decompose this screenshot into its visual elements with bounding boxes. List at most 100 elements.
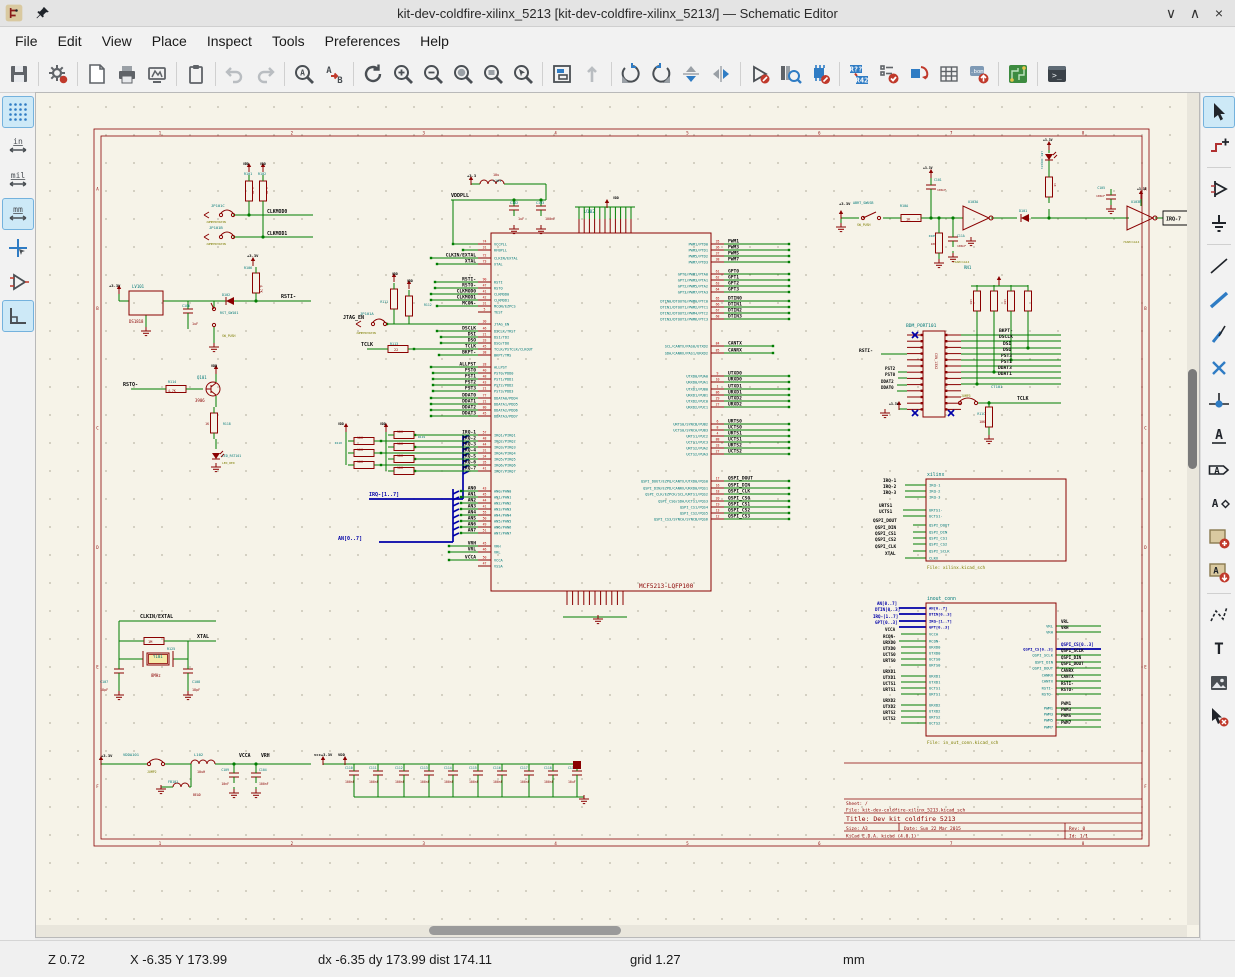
maximize-button[interactable]: ∧ bbox=[1183, 0, 1207, 26]
svg-text:10nF: 10nF bbox=[221, 782, 229, 786]
status-zoom: Z 0.72 bbox=[48, 952, 85, 967]
svg-text:Rev: 0: Rev: 0 bbox=[1069, 826, 1086, 832]
svg-text:JUMPER3SPIN: JUMPER3SPIN bbox=[206, 220, 226, 224]
svg-text:UCTS2/PUA3: UCTS2/PUA3 bbox=[686, 453, 708, 457]
undo-button[interactable] bbox=[220, 59, 250, 89]
svg-text:DTIN[0..3]: DTIN[0..3] bbox=[875, 607, 900, 612]
vertical-scrollbar[interactable] bbox=[1187, 93, 1199, 925]
bus-button[interactable] bbox=[1203, 284, 1235, 316]
zoom-out-button[interactable] bbox=[418, 59, 448, 89]
menu-preferences[interactable]: Preferences bbox=[316, 30, 409, 52]
bom-button[interactable]: .bom bbox=[964, 59, 994, 89]
wire-button[interactable] bbox=[1203, 250, 1235, 282]
place-symbol-button[interactable] bbox=[1203, 173, 1235, 205]
rotate-ccw-button[interactable] bbox=[616, 59, 646, 89]
unit-in-button[interactable]: in bbox=[2, 130, 34, 162]
menu-inspect[interactable]: Inspect bbox=[198, 30, 261, 52]
svg-text:C105: C105 bbox=[1097, 186, 1105, 190]
cursor-shape-button[interactable] bbox=[2, 232, 34, 264]
annotate-button[interactable]: R??R42 bbox=[844, 59, 874, 89]
junction-button[interactable] bbox=[1203, 386, 1235, 418]
svg-text:URTS1: URTS1 bbox=[883, 687, 896, 692]
svg-text:21: 21 bbox=[483, 386, 487, 390]
net-label-button[interactable]: A bbox=[1203, 420, 1235, 452]
page-setup-button[interactable] bbox=[82, 59, 112, 89]
svg-text:C102: C102 bbox=[510, 201, 518, 205]
unit-mil-button[interactable]: mil bbox=[2, 164, 34, 196]
ortho-drawing-button[interactable] bbox=[2, 300, 34, 332]
svg-text:R??: R?? bbox=[850, 65, 863, 73]
update-symbols-button[interactable] bbox=[904, 59, 934, 89]
place-power-button[interactable] bbox=[1203, 207, 1235, 239]
schematic-drawing[interactable]: 1122334455667788AABBCCDDEEFFSheet: /File… bbox=[36, 93, 1199, 937]
zoom-page-button[interactable] bbox=[448, 59, 478, 89]
pcb-editor-button[interactable] bbox=[1003, 59, 1033, 89]
fields-table-button[interactable] bbox=[934, 59, 964, 89]
vertical-scroll-thumb[interactable] bbox=[1188, 369, 1197, 469]
close-button[interactable]: × bbox=[1207, 0, 1231, 26]
settings-button[interactable] bbox=[43, 59, 73, 89]
svg-text:42: 42 bbox=[483, 295, 487, 299]
menu-tools[interactable]: Tools bbox=[263, 30, 314, 52]
rotate-cw-button[interactable] bbox=[646, 59, 676, 89]
zoom-objects-button[interactable] bbox=[478, 59, 508, 89]
image-button[interactable] bbox=[1203, 667, 1235, 699]
browse-symbols-button[interactable] bbox=[775, 59, 805, 89]
menu-edit[interactable]: Edit bbox=[49, 30, 91, 52]
text-button[interactable]: T bbox=[1203, 633, 1235, 665]
menu-help[interactable]: Help bbox=[411, 30, 458, 52]
svg-text:41: 41 bbox=[483, 504, 487, 508]
edit-symbol-button[interactable] bbox=[745, 59, 775, 89]
hier-label-button[interactable]: A bbox=[1203, 488, 1235, 520]
svg-text:QSPI_DOUT: QSPI_DOUT bbox=[929, 523, 950, 528]
find-replace-button[interactable]: AB bbox=[319, 59, 349, 89]
unit-mm-button[interactable]: mm bbox=[2, 198, 34, 230]
svg-text:PST0: PST0 bbox=[885, 372, 896, 377]
plot-button[interactable] bbox=[142, 59, 172, 89]
draw-lines-button[interactable] bbox=[1203, 599, 1235, 631]
zoom-page-icon bbox=[451, 62, 475, 86]
menu-place[interactable]: Place bbox=[143, 30, 196, 52]
zoom-selection-button[interactable] bbox=[508, 59, 538, 89]
save-button[interactable] bbox=[4, 59, 34, 89]
grid-button[interactable] bbox=[2, 96, 34, 128]
svg-text:46: 46 bbox=[483, 547, 487, 551]
svg-text:+3.3V: +3.3V bbox=[1043, 138, 1053, 142]
highlight-net-button[interactable] bbox=[1203, 130, 1235, 162]
hidden-pins-button[interactable] bbox=[2, 266, 34, 298]
refresh-button[interactable] bbox=[358, 59, 388, 89]
console-button[interactable]: >_ bbox=[1042, 59, 1072, 89]
svg-text:74: 74 bbox=[483, 239, 487, 243]
svg-text:CLKMOD1: CLKMOD1 bbox=[267, 231, 287, 237]
hier-sheet-button[interactable] bbox=[1203, 522, 1235, 554]
edit-footprint-button[interactable] bbox=[805, 59, 835, 89]
bus-entry-button[interactable] bbox=[1203, 318, 1235, 350]
select-button[interactable] bbox=[1203, 96, 1235, 128]
hierarchy-button[interactable] bbox=[547, 59, 577, 89]
svg-text:XTAL: XTAL bbox=[494, 263, 503, 267]
zoom-in-button[interactable] bbox=[388, 59, 418, 89]
menu-file[interactable]: File bbox=[6, 30, 47, 52]
paste-button[interactable] bbox=[181, 59, 211, 89]
erc-button[interactable] bbox=[874, 59, 904, 89]
horizontal-scroll-thumb[interactable] bbox=[429, 926, 621, 935]
svg-text:L101: L101 bbox=[493, 179, 501, 183]
no-connect-button[interactable] bbox=[1203, 352, 1235, 384]
schematic-canvas[interactable]: 1122334455667788AABBCCDDEEFFSheet: /File… bbox=[35, 92, 1200, 938]
print-button[interactable] bbox=[112, 59, 142, 89]
sheet-pin-button[interactable]: A bbox=[1203, 556, 1235, 588]
menu-view[interactable]: View bbox=[93, 30, 141, 52]
svg-text:55: 55 bbox=[483, 510, 487, 514]
find-button[interactable]: A bbox=[289, 59, 319, 89]
svg-text:51: 51 bbox=[483, 528, 487, 532]
svg-text:CLKX: CLKX bbox=[929, 556, 939, 561]
minimize-button[interactable]: ∨ bbox=[1159, 0, 1183, 26]
svg-text:UTXD1: UTXD1 bbox=[883, 675, 896, 680]
redo-button[interactable] bbox=[250, 59, 280, 89]
mirror-h-button[interactable] bbox=[706, 59, 736, 89]
delete-button[interactable] bbox=[1203, 701, 1235, 733]
global-label-button[interactable]: A bbox=[1203, 454, 1235, 486]
leave-sheet-button[interactable] bbox=[577, 59, 607, 89]
horizontal-scrollbar[interactable] bbox=[36, 925, 1187, 937]
mirror-v-button[interactable] bbox=[676, 59, 706, 89]
